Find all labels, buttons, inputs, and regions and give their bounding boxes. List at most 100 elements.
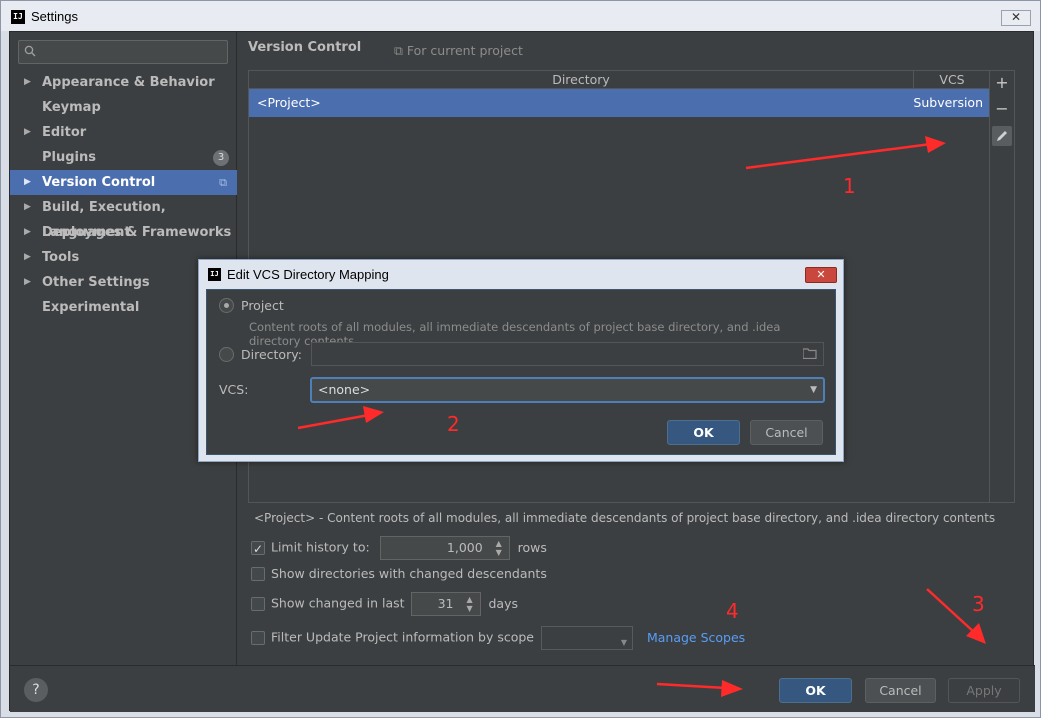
annotation-number-1: 1 bbox=[843, 174, 856, 198]
limit-history-value: 1,000 bbox=[446, 540, 483, 555]
dialog-title-bar: IJ Edit VCS Directory Mapping ✕ bbox=[199, 260, 843, 288]
sidebar-item-plugins[interactable]: Plugins 3 bbox=[10, 145, 237, 170]
settings-search-input[interactable] bbox=[18, 40, 228, 64]
spinner-arrows-icon[interactable]: ▲ ▼ bbox=[462, 595, 478, 613]
sidebar-item-appearance[interactable]: ▶ Appearance & Behavior bbox=[10, 70, 237, 95]
sidebar-item-languages[interactable]: ▶ Languages & Frameworks bbox=[10, 220, 237, 245]
ok-button[interactable]: OK bbox=[779, 678, 852, 703]
column-header-directory[interactable]: Directory bbox=[249, 71, 914, 89]
vcs-label: VCS: bbox=[219, 382, 249, 397]
sidebar-item-label: Experimental bbox=[42, 300, 140, 315]
show-changed-label: Show changed in last bbox=[271, 595, 405, 611]
spinner-arrows-icon[interactable]: ▲ ▼ bbox=[491, 539, 507, 557]
vcs-select-value: <none> bbox=[318, 382, 371, 397]
show-dirs-option: Show directories with changed descendant… bbox=[251, 564, 547, 584]
table-toolbar: + − bbox=[990, 70, 1015, 503]
expand-arrow-icon[interactable]: ▶ bbox=[24, 270, 31, 295]
sidebar-item-label: Appearance & Behavior bbox=[42, 75, 215, 90]
window-title: Settings bbox=[31, 9, 78, 24]
cancel-button[interactable]: Cancel bbox=[865, 678, 936, 703]
expand-arrow-icon[interactable]: ▶ bbox=[24, 170, 31, 195]
limit-history-unit: rows bbox=[517, 539, 547, 555]
page-title: Version Control bbox=[248, 40, 362, 55]
directory-radio-option[interactable]: Directory: bbox=[219, 347, 302, 362]
sidebar-item-label: Languages & Frameworks bbox=[42, 225, 232, 240]
scope-select[interactable]: ▼ bbox=[540, 626, 633, 650]
filter-scope-label: Filter Update Project information by sco… bbox=[271, 629, 534, 645]
cell-directory: <Project> bbox=[257, 95, 321, 110]
expand-arrow-icon[interactable]: ▶ bbox=[24, 70, 31, 95]
scope-hint: ⧉ For current project bbox=[394, 43, 523, 59]
scope-hint-text: For current project bbox=[406, 43, 523, 58]
dialog-ok-button[interactable]: OK bbox=[667, 420, 740, 445]
directory-radio-label: Directory: bbox=[241, 347, 302, 362]
dialog-footer: ? OK Cancel Apply bbox=[10, 665, 1035, 712]
project-scope-icon: ⧉ bbox=[394, 43, 407, 58]
sidebar-item-label: Plugins bbox=[42, 150, 96, 165]
show-dirs-label: Show directories with changed descendant… bbox=[271, 566, 547, 581]
dialog-close-button[interactable]: ✕ bbox=[805, 267, 837, 283]
show-changed-value: 31 bbox=[437, 596, 454, 611]
show-changed-option: Show changed in last 31 ▲ ▼ days bbox=[251, 592, 519, 616]
expand-arrow-icon[interactable]: ▶ bbox=[24, 120, 31, 145]
sidebar-item-version-control[interactable]: ▶ Version Control ⧉ bbox=[10, 170, 237, 195]
project-radio[interactable] bbox=[219, 298, 234, 313]
project-scope-icon: ⧉ bbox=[219, 176, 227, 189]
column-header-vcs[interactable]: VCS bbox=[915, 71, 989, 88]
intellij-icon: IJ bbox=[208, 268, 221, 281]
annotation-number-2: 2 bbox=[447, 412, 460, 436]
limit-history-label: Limit history to: bbox=[271, 539, 370, 555]
remove-mapping-button[interactable]: − bbox=[992, 99, 1012, 119]
expand-arrow-icon[interactable]: ▶ bbox=[24, 195, 31, 220]
add-mapping-button[interactable]: + bbox=[992, 73, 1012, 93]
annotation-number-3: 3 bbox=[972, 592, 985, 616]
show-changed-unit: days bbox=[488, 595, 519, 611]
filter-scope-option: Filter Update Project information by sco… bbox=[251, 626, 745, 650]
edit-mapping-button[interactable] bbox=[992, 126, 1012, 146]
manage-scopes-link[interactable]: Manage Scopes bbox=[647, 630, 745, 645]
project-radio-option[interactable]: Project bbox=[219, 298, 284, 313]
chevron-down-icon: ▼ bbox=[620, 638, 627, 647]
filter-scope-checkbox[interactable] bbox=[251, 630, 265, 645]
directory-radio[interactable] bbox=[219, 347, 234, 362]
directory-field[interactable] bbox=[311, 342, 824, 366]
folder-icon[interactable] bbox=[803, 348, 817, 359]
sidebar-item-build[interactable]: ▶ Build, Execution, Deployment bbox=[10, 195, 237, 240]
dialog-body: Project Content roots of all modules, al… bbox=[206, 289, 836, 455]
edit-vcs-mapping-dialog: IJ Edit VCS Directory Mapping ✕ Project … bbox=[198, 259, 844, 462]
dialog-title: Edit VCS Directory Mapping bbox=[227, 267, 389, 282]
window-close-button[interactable]: ✕ bbox=[1001, 10, 1031, 26]
sidebar-item-editor[interactable]: ▶ Editor bbox=[10, 120, 237, 145]
show-changed-spinner[interactable]: 31 ▲ ▼ bbox=[410, 592, 481, 616]
pencil-icon bbox=[997, 131, 1007, 141]
expand-arrow-icon[interactable]: ▶ bbox=[24, 245, 31, 270]
sidebar-item-label: Tools bbox=[42, 250, 80, 265]
limit-history-option: Limit history to: 1,000 ▲▼ rows bbox=[251, 536, 547, 560]
expand-arrow-icon[interactable]: ▶ bbox=[24, 220, 31, 245]
cell-vcs: Subversion bbox=[913, 95, 983, 110]
mapping-description: <Project> - Content roots of all modules… bbox=[254, 511, 996, 525]
limit-history-checkbox[interactable] bbox=[251, 539, 265, 559]
chevron-down-icon: ▼ bbox=[810, 385, 817, 395]
project-radio-label: Project bbox=[241, 298, 284, 313]
title-bar: IJ Settings ✕ bbox=[1, 1, 1040, 31]
settings-window: IJ Settings ✕ ▶ Appearance & Behavior Ke… bbox=[0, 0, 1041, 718]
help-button[interactable]: ? bbox=[24, 678, 48, 702]
sidebar-item-label: Keymap bbox=[42, 100, 101, 115]
show-changed-checkbox[interactable] bbox=[251, 596, 265, 611]
intellij-icon: IJ bbox=[11, 10, 25, 24]
limit-history-spinner[interactable]: 1,000 ▲ ▼ bbox=[379, 536, 510, 560]
sidebar-item-label: Other Settings bbox=[42, 275, 150, 290]
sidebar-item-label: Editor bbox=[42, 125, 87, 140]
vcs-select[interactable]: <none> ▼ bbox=[310, 377, 825, 403]
apply-button[interactable]: Apply bbox=[948, 678, 1020, 703]
search-icon bbox=[24, 45, 36, 57]
annotation-number-4: 4 bbox=[726, 599, 739, 623]
show-dirs-checkbox[interactable] bbox=[251, 567, 265, 581]
table-row[interactable]: <Project> Subversion bbox=[249, 89, 989, 117]
table-header: Directory VCS bbox=[249, 71, 989, 89]
dialog-cancel-button[interactable]: Cancel bbox=[750, 420, 823, 445]
sidebar-item-label: Version Control bbox=[42, 175, 156, 190]
sidebar-item-keymap[interactable]: Keymap bbox=[10, 95, 237, 120]
plugins-count-badge: 3 bbox=[213, 150, 229, 166]
